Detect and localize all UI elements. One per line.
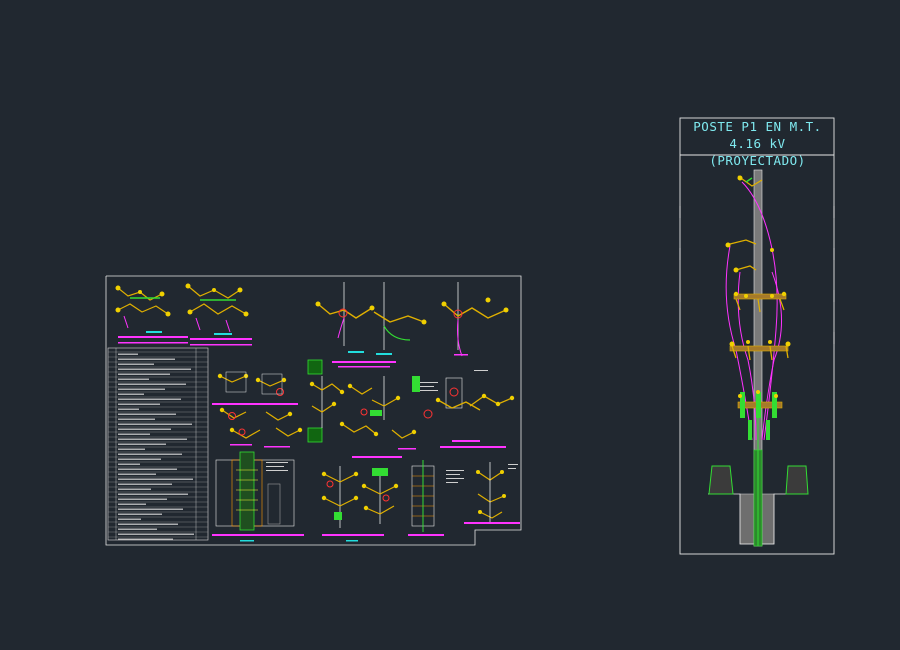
materials-table (107, 347, 209, 541)
table-cell-text (118, 458, 161, 460)
table-cell-text (118, 498, 167, 500)
table-cell-text (118, 408, 139, 410)
table-cell-text (118, 388, 165, 390)
table-cell-text (118, 503, 146, 505)
table-cell-text (118, 413, 176, 415)
table-cell-text (118, 513, 162, 515)
anchor-block-right (785, 465, 809, 495)
table-cell-text (118, 378, 149, 380)
table-cell-text (118, 398, 181, 400)
table-cell-text (118, 463, 140, 465)
table-cell-text (118, 383, 186, 385)
table-cell-text (118, 403, 160, 405)
table-cell-text (118, 508, 183, 510)
table-cell-text (118, 438, 187, 440)
assembly-detail-bottom-center (321, 466, 399, 542)
table-cell-text (118, 363, 154, 365)
foundation-detail (212, 451, 304, 542)
table-cell-text (118, 473, 156, 475)
insulator-set-upper (725, 239, 774, 273)
table-cell-text (118, 443, 166, 445)
anchor-block-left (708, 465, 734, 495)
table-cell-text (118, 428, 171, 430)
pole-title: POSTE P1 EN M.T. 4.16 kV (PROYECTADO) (681, 118, 834, 169)
table-cell-text (118, 468, 177, 470)
details-sheet (105, 275, 522, 546)
pole-detail-sheet (679, 117, 835, 555)
table-cell-text (118, 393, 144, 395)
assembly-detail-middle-center (307, 359, 433, 458)
table-cell-text (118, 518, 141, 520)
cad-drawing-canvas[interactable] (0, 0, 900, 650)
table-cell-text (118, 448, 145, 450)
pole-title-line1: POSTE P1 EN M.T. 4.16 kV (693, 119, 822, 151)
table-cell-text (118, 538, 173, 540)
table-cell-text (118, 478, 193, 480)
table-cell-text (118, 433, 150, 435)
assembly-detail-top-center (315, 282, 509, 368)
table-cell-text (118, 483, 172, 485)
table-cell-text (118, 423, 192, 425)
table-cell-text (118, 358, 175, 360)
table-cell-text (118, 353, 138, 355)
table-cell-text (118, 488, 151, 490)
assembly-detail-middle-left (212, 371, 303, 448)
table-cell-text (118, 418, 155, 420)
assembly-detail-middle-right (420, 370, 515, 448)
assembly-detail-top-left (115, 283, 252, 346)
pole-title-line2: (PROYECTADO) (709, 153, 806, 168)
table-cell-text (118, 523, 178, 525)
assembly-detail-bottom-right (408, 460, 520, 536)
table-cell-text (118, 533, 194, 535)
table-cell-text (118, 453, 182, 455)
table-cell-text (118, 373, 170, 375)
table-cell-text (118, 493, 188, 495)
table-cell-text (118, 528, 157, 530)
table-cell-text (118, 368, 191, 370)
